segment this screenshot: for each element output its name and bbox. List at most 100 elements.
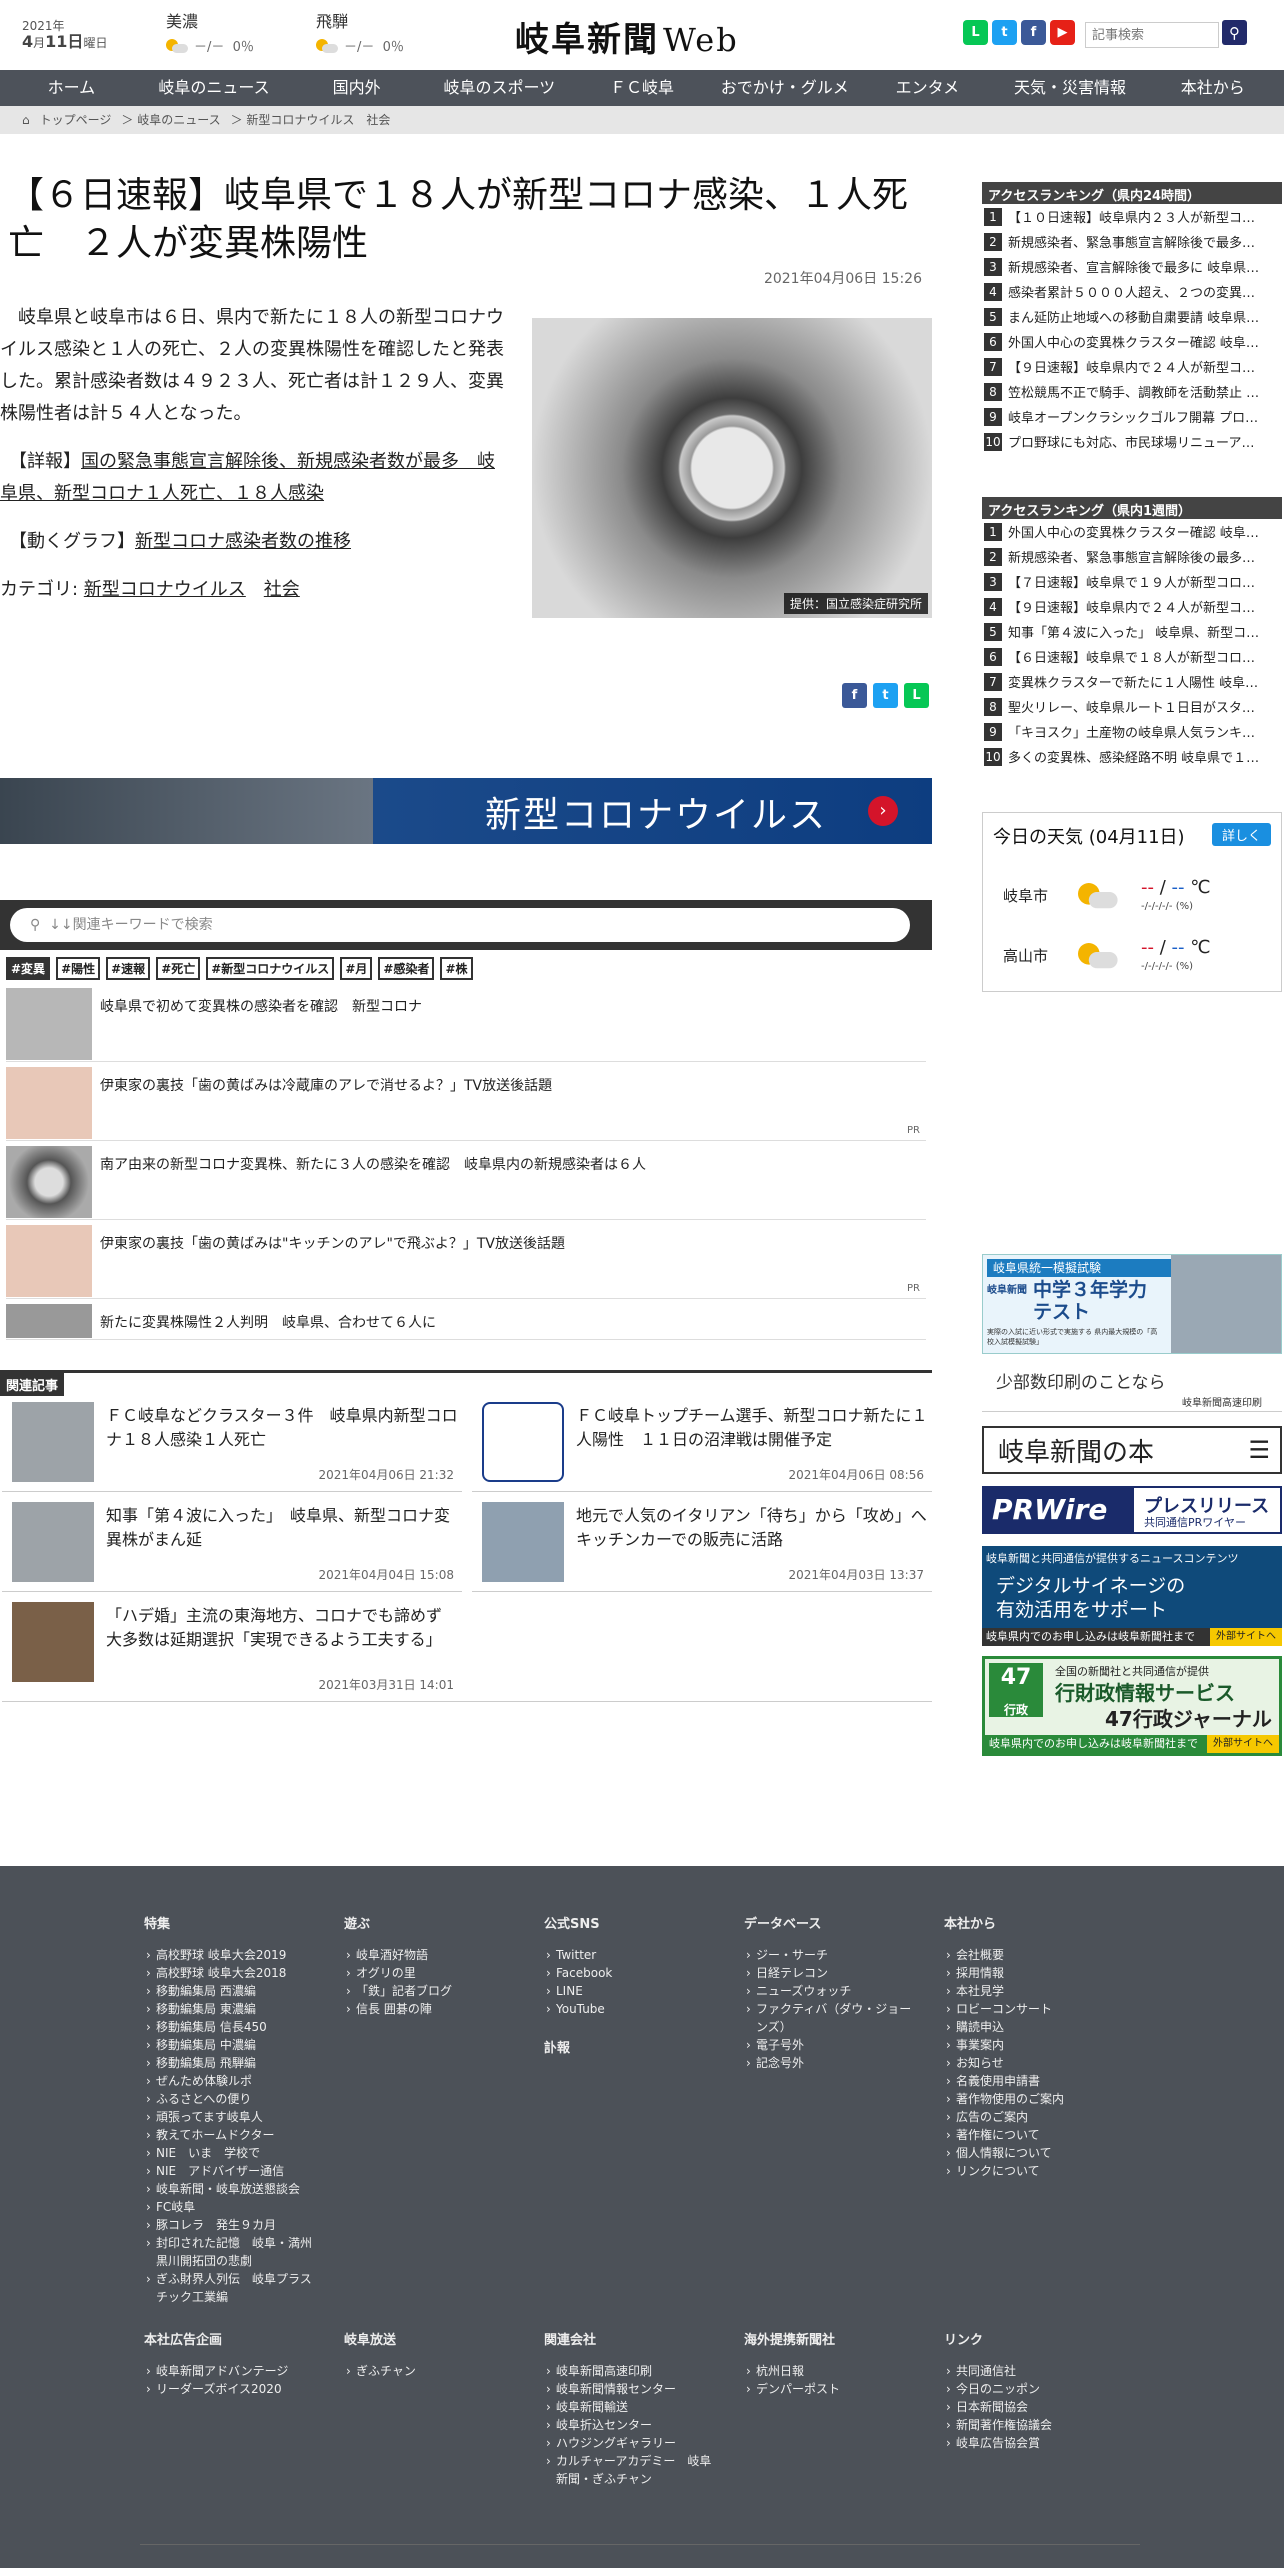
youtube-icon[interactable]: ▶	[1050, 20, 1075, 45]
category-corona-link[interactable]: 新型コロナウイルス	[84, 579, 246, 600]
ranking-item[interactable]: 4 【９日速報】岐阜県内で２４人が新型コ…	[982, 594, 1282, 619]
weather-row[interactable]: 高山市 -- / -- ℃ -/-/-/-/- (%)	[983, 925, 1281, 985]
footer-link[interactable]: 岐阜折込センター	[544, 2416, 714, 2434]
graph-link[interactable]: 新型コロナ感染者数の推移	[135, 531, 351, 552]
ranking-item[interactable]: 5 知事「第４波に入った」 岐阜県、新型コ…	[982, 619, 1282, 644]
footer-link[interactable]: オグリの里	[344, 1964, 514, 1982]
facebook-icon[interactable]: f	[1021, 20, 1046, 45]
footer-link[interactable]: 高校野球 岐阜大会2018	[144, 1964, 314, 1982]
footer-link[interactable]: 日経テレコン	[744, 1964, 914, 1982]
ranking-item[interactable]: 2 新規感染者、緊急事態宣言解除後の最多…	[982, 544, 1282, 569]
footer-link[interactable]: 広告のご案内	[944, 2108, 1114, 2126]
footer-link[interactable]: カルチャーアカデミー 岐阜新聞・ぎふチャン	[544, 2452, 714, 2488]
breadcrumb-category[interactable]: ＞ 新型コロナウイルス 社会	[231, 113, 391, 127]
ranking-item[interactable]: 9 岐阜オープンクラシックゴルフ開幕 プロ…	[982, 404, 1282, 429]
footer-link[interactable]: YouTube	[544, 2000, 714, 2018]
footer-link[interactable]: 教えてホームドクター	[144, 2126, 314, 2144]
tag-item[interactable]: #変異	[6, 957, 51, 980]
footer-link[interactable]: 事業案内	[944, 2036, 1114, 2054]
footer-link[interactable]: 「鉄」記者ブログ	[344, 1982, 514, 2000]
footer-link[interactable]: 移動編集局 東濃編	[144, 2000, 314, 2018]
list-item[interactable]: 岐阜県で初めて変異株の感染者を確認 新型コロナ	[6, 984, 926, 1062]
related-article[interactable]: 地元で人気のイタリアン「待ち」から「攻め」へ キッチンカーでの販売に活路 2021…	[472, 1492, 943, 1592]
breadcrumb-gifu-news[interactable]: ＞ 岐阜のニュース	[121, 113, 220, 127]
footer-link[interactable]: Twitter	[544, 1946, 714, 1964]
footer-link[interactable]: ぎふチャン	[344, 2362, 514, 2380]
footer-link[interactable]: 信長 囲碁の陣	[344, 2000, 514, 2018]
category-society-link[interactable]: 社会	[264, 579, 300, 600]
weather-hida[interactable]: 飛騨 －/－ 0％	[316, 8, 456, 55]
footer-link[interactable]: 岐阜広告協会賞	[944, 2434, 1114, 2452]
ranking-item[interactable]: 6 外国人中心の変異株クラスター確認 岐阜…	[982, 329, 1282, 354]
footer-link[interactable]: 封印された記憶 岐阜・満州黒川開拓団の悲劇	[144, 2234, 314, 2270]
footer-link[interactable]: ジー・サーチ	[744, 1946, 914, 1964]
facebook-share-icon[interactable]: f	[842, 683, 867, 708]
nav-outing-gourmet[interactable]: おでかけ・グルメ	[713, 70, 856, 106]
footer-link[interactable]: 日本新聞協会	[944, 2398, 1114, 2416]
footer-link[interactable]: NIE いま 学校で	[144, 2144, 314, 2162]
footer-link[interactable]: ニューズウォッチ	[744, 1982, 914, 2000]
ranking-item[interactable]: 6 【６日速報】岐阜県で１８人が新型コロ…	[982, 644, 1282, 669]
breadcrumb-top[interactable]: トップページ	[40, 113, 112, 127]
footer-link[interactable]: LINE	[544, 1982, 714, 2000]
search-icon[interactable]: ⚲	[1222, 20, 1247, 45]
footer-link[interactable]: 今日のニッポン	[944, 2380, 1114, 2398]
site-logo[interactable]: 岐阜新聞 Web	[515, 12, 739, 61]
footer-link[interactable]: 採用情報	[944, 1964, 1114, 1982]
line-share-icon[interactable]: L	[904, 683, 929, 708]
footer-link[interactable]: 電子号外	[744, 2036, 914, 2054]
nav-company[interactable]: 本社から	[1141, 70, 1284, 106]
footer-link[interactable]: 移動編集局 西濃編	[144, 1982, 314, 2000]
nav-entertainment[interactable]: エンタメ	[856, 70, 999, 106]
footer-link[interactable]: 岐阜新聞情報センター	[544, 2380, 714, 2398]
weather-detail-button[interactable]: 詳しく	[1211, 823, 1271, 846]
ad-digital-signage[interactable]: 岐阜新聞と共同通信が提供するニュースコンテンツ デジタルサイネージの有効活用をサ…	[982, 1546, 1282, 1646]
list-item[interactable]: 南ア由来の新型コロナ変異株、新たに３人の感染を確認 岐阜県内の新規感染者は６人	[6, 1142, 926, 1220]
footer-link[interactable]: ぎふ財界人列伝 岐阜プラスチック工業編	[144, 2270, 314, 2306]
ranking-item[interactable]: 1 【１０日速報】岐阜県内２３人が新型コ…	[982, 204, 1282, 229]
footer-link[interactable]: 個人情報について	[944, 2144, 1114, 2162]
ranking-item[interactable]: 5 まん延防止地域への移動自粛要請 岐阜県…	[982, 304, 1282, 329]
ad-small-print[interactable]: 少部数印刷のことなら 岐阜新聞高速印刷	[982, 1362, 1282, 1412]
ranking-item[interactable]: 2 新規感染者、緊急事態宣言解除後で最多…	[982, 229, 1282, 254]
tag-item[interactable]: #陽性	[56, 957, 101, 980]
ranking-item[interactable]: 4 感染者累計５０００人超え、２つの変異…	[982, 279, 1282, 304]
footer-link[interactable]: 岐阜新聞・岐阜放送懇談会	[144, 2180, 314, 2198]
ranking-item[interactable]: 10 多くの変異株、感染経路不明 岐阜県で１…	[982, 744, 1282, 769]
footer-link[interactable]: 名義使用申請書	[944, 2072, 1114, 2090]
keyword-search-input[interactable]: ⚲ ↓↓関連キーワードで検索	[10, 908, 910, 942]
tag-item[interactable]: #感染者	[378, 957, 435, 980]
ad-prwire[interactable]: PRWire プレスリリース 共同通信PRワイヤー	[982, 1486, 1282, 1534]
ad-mock-exam[interactable]: 岐阜県統一模擬試験 岐阜新聞 中学３年学力テスト 実際の入試に近い形式で実施する…	[982, 1254, 1282, 1354]
ranking-item[interactable]: 3 新規感染者、宣言解除後で最多に 岐阜県…	[982, 254, 1282, 279]
footer-link[interactable]: 本社見学	[944, 1982, 1114, 2000]
footer-link[interactable]: 岐阜新聞輸送	[544, 2398, 714, 2416]
nav-weather-disaster[interactable]: 天気・災害情報	[999, 70, 1142, 106]
related-article[interactable]: 知事「第４波に入った」 岐阜県、新型コロナ変異株がまん延 2021年04月04日 …	[2, 1492, 462, 1592]
tag-item[interactable]: #株	[440, 957, 473, 980]
footer-link[interactable]: リンクについて	[944, 2162, 1114, 2180]
footer-link[interactable]: 移動編集局 飛騨編	[144, 2054, 314, 2072]
footer-link[interactable]: 岐阜新聞高速印刷	[544, 2362, 714, 2380]
footer-link[interactable]: 新聞著作権協議会	[944, 2416, 1114, 2434]
nav-gifu-news[interactable]: 岐阜のニュース	[143, 70, 286, 106]
tag-item[interactable]: #死亡	[156, 957, 201, 980]
footer-link[interactable]: お知らせ	[944, 2054, 1114, 2072]
footer-link[interactable]: 会社概要	[944, 1946, 1114, 1964]
ad-47-gyosei[interactable]: 47 行政 全国の新聞社と共同通信が提供 行財政情報サービス 47行政ジャーナル …	[982, 1656, 1282, 1756]
nav-home[interactable]: ホーム	[0, 70, 143, 106]
tag-item[interactable]: #速報	[106, 957, 151, 980]
ranking-item[interactable]: 10 プロ野球にも対応、市民球場リニューア…	[982, 429, 1282, 454]
footer-link[interactable]: ファクティバ（ダウ・ジョーンズ）	[744, 2000, 914, 2036]
footer-link[interactable]: ふるさとへの便り	[144, 2090, 314, 2108]
list-item[interactable]: 伊東家の裏技「歯の黄ばみは"キッチンのアレ"で飛ぶよ？」TV放送後話題 PR	[6, 1221, 926, 1299]
ranking-item[interactable]: 9 「キヨスク」土産物の岐阜県人気ランキ…	[982, 719, 1282, 744]
footer-link[interactable]: 岐阜酒好物語	[344, 1946, 514, 1964]
nav-gifu-sports[interactable]: 岐阜のスポーツ	[428, 70, 571, 106]
footer-link[interactable]: ハウジングギャラリー	[544, 2434, 714, 2452]
nav-fc-gifu[interactable]: ＦＣ岐阜	[571, 70, 714, 106]
footer-link[interactable]: NIE アドバイザー通信	[144, 2162, 314, 2180]
footer-link[interactable]: 杭州日報	[744, 2362, 914, 2380]
tag-item[interactable]: #新型コロナウイルス	[206, 957, 335, 980]
ranking-item[interactable]: 8 笠松競馬不正で騎手、調教師を活動禁止 …	[982, 379, 1282, 404]
